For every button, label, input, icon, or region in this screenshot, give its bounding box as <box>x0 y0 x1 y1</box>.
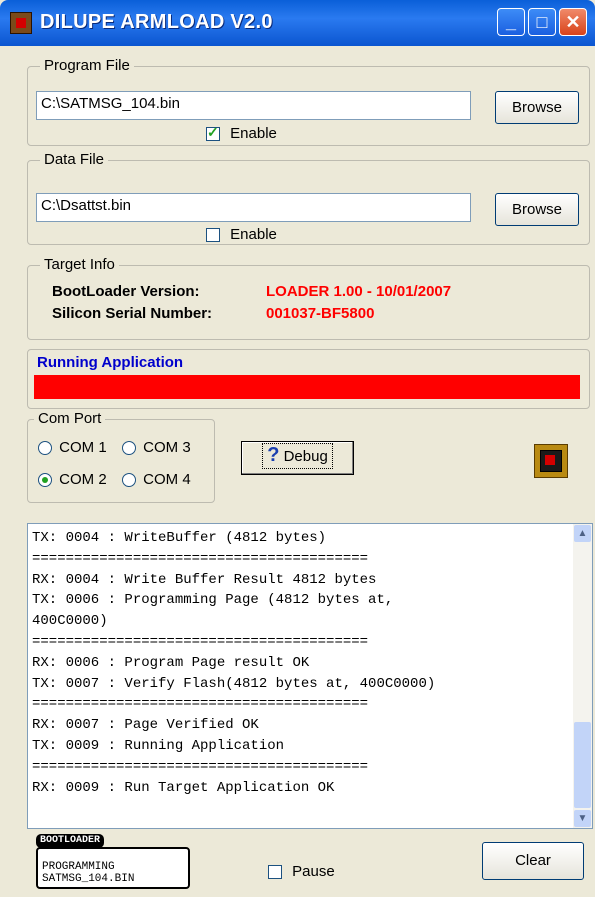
debug-label: Debug <box>283 448 328 465</box>
log-content: TX: 0004 : WriteBuffer (4812 bytes) =====… <box>32 528 435 798</box>
radio-com3[interactable]: COM 3 <box>122 439 191 456</box>
log-line: TX: 0009 : Running Application <box>32 737 285 754</box>
radio-unselected-icon <box>122 473 136 488</box>
close-icon: ✕ <box>565 12 581 32</box>
radio-com4-label: COM 4 <box>143 471 191 488</box>
log-line: ======================================== <box>32 696 369 713</box>
radio-unselected-icon <box>122 441 136 456</box>
com-port-legend: Com Port <box>34 410 106 427</box>
bootloader-version-value: LOADER 1.00 - 10/01/2007 <box>266 283 452 300</box>
program-enable-label: Enable <box>230 125 277 142</box>
maximize-icon: □ <box>536 12 548 32</box>
chip-icon <box>534 444 568 478</box>
log-line: 400C0000) <box>32 613 108 630</box>
progress-track <box>34 375 580 399</box>
serial-number-value: 001037-BF5800 <box>266 305 375 322</box>
close-button[interactable]: ✕ <box>559 8 587 36</box>
data-enable-checkbox[interactable]: Enable <box>206 226 277 243</box>
data-file-legend: Data File <box>40 151 109 168</box>
radio-com4[interactable]: COM 4 <box>122 471 191 488</box>
bootloader-line1: PROGRAMMING <box>42 861 115 873</box>
target-info-legend: Target Info <box>40 256 119 273</box>
data-browse-button[interactable]: Browse <box>495 193 579 226</box>
title-bar[interactable]: DILUPE ARMLOAD V2.0 _ □ ✕ <box>0 0 595 46</box>
scroll-thumb[interactable] <box>574 722 591 808</box>
program-browse-button[interactable]: Browse <box>495 91 579 124</box>
minimize-icon: _ <box>505 12 516 32</box>
clear-button[interactable]: Clear <box>482 842 584 880</box>
scroll-down-icon[interactable]: ▼ <box>574 810 591 827</box>
debug-button[interactable]: ? Debug <box>241 441 354 475</box>
radio-com1-label: COM 1 <box>59 439 107 456</box>
log-line: TX: 0007 : Verify Flash(4812 bytes at, 4… <box>32 675 436 692</box>
window-title: DILUPE ARMLOAD V2.0 <box>40 11 273 33</box>
checkbox-unchecked-icon <box>268 865 282 880</box>
log-line: RX: 0004 : Write Buffer Result 4812 byte… <box>32 571 377 588</box>
log-line: TX: 0004 : WriteBuffer (4812 bytes) <box>32 530 327 546</box>
status-text: Running Application <box>37 354 184 371</box>
data-enable-label: Enable <box>230 226 277 243</box>
program-enable-checkbox[interactable]: Enable <box>206 124 277 142</box>
progress-bar <box>34 375 580 399</box>
radio-com2-label: COM 2 <box>59 471 107 488</box>
com-port-group: Com Port <box>27 410 215 503</box>
bootloader-version-label: BootLoader Version: <box>52 283 200 300</box>
log-scrollbar[interactable]: ▲ ▼ <box>573 524 592 828</box>
app-icon <box>10 12 32 34</box>
log-line: RX: 0007 : Page Verified OK <box>32 717 259 734</box>
program-file-input[interactable]: C:\SATMSG_104.bin <box>36 91 471 120</box>
pause-checkbox[interactable]: Pause <box>268 863 335 880</box>
checkbox-checked-icon <box>206 124 220 142</box>
pause-label: Pause <box>292 863 335 880</box>
bootloader-line2: SATMSG_104.BIN <box>42 873 135 885</box>
log-textarea[interactable]: TX: 0004 : WriteBuffer (4812 bytes) =====… <box>27 523 593 829</box>
checkbox-unchecked-icon <box>206 228 220 243</box>
log-line: ======================================== <box>32 550 369 567</box>
log-line: TX: 0006 : Programming Page (4812 bytes … <box>32 592 394 609</box>
bootloader-display: PROGRAMMING SATMSG_104.BIN <box>36 847 190 889</box>
radio-selected-icon <box>38 473 52 488</box>
radio-unselected-icon <box>38 441 52 456</box>
radio-com2[interactable]: COM 2 <box>38 471 107 488</box>
log-line: ======================================== <box>32 633 369 650</box>
serial-number-label: Silicon Serial Number: <box>52 305 213 322</box>
log-line: ======================================== <box>32 758 369 775</box>
target-info-group: Target Info <box>27 256 590 340</box>
radio-com3-label: COM 3 <box>143 439 191 456</box>
log-line: RX: 0006 : Program Page result OK <box>32 654 310 671</box>
bootloader-tag: BOOTLOADER <box>36 834 105 848</box>
maximize-button[interactable]: □ <box>528 8 556 36</box>
data-file-input[interactable]: C:\Dsattst.bin <box>36 193 471 222</box>
question-icon: ? <box>267 444 280 466</box>
scroll-up-icon[interactable]: ▲ <box>574 525 591 542</box>
radio-com1[interactable]: COM 1 <box>38 439 107 456</box>
minimize-button[interactable]: _ <box>497 8 525 36</box>
program-file-legend: Program File <box>40 57 134 74</box>
log-line: RX: 0009 : Run Target Application OK <box>32 779 335 796</box>
